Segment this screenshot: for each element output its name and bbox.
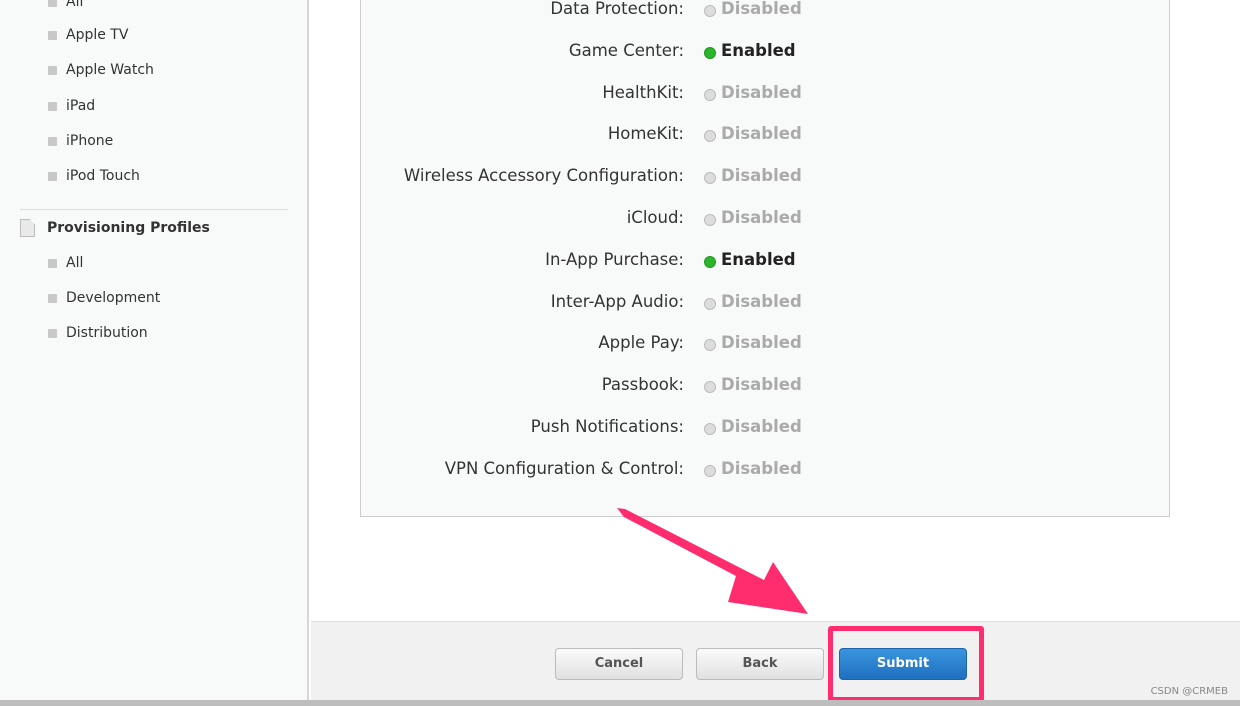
- watermark: CSDN @CRMEB: [1150, 686, 1228, 697]
- arrow-annotation: [617, 508, 808, 614]
- arrow-icon: [617, 508, 808, 614]
- bottom-edge: [0, 700, 1240, 706]
